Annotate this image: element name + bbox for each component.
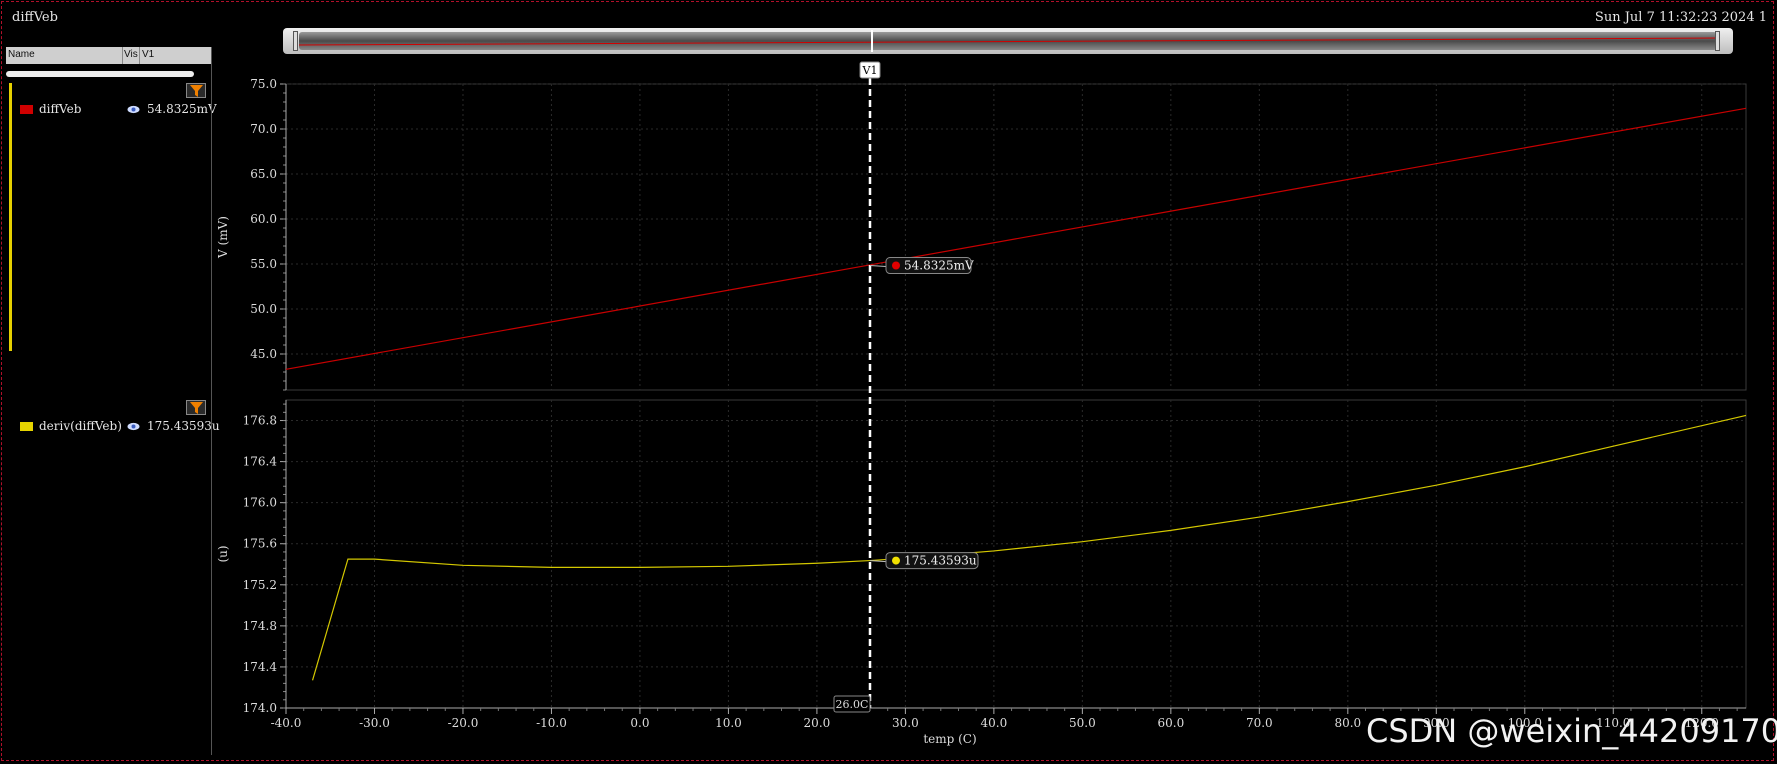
y-axis-label: (u) — [216, 545, 230, 562]
y-tick-label: 45.0 — [250, 347, 277, 361]
x-tick-label: -10.0 — [536, 716, 567, 730]
strip-bottom: 174.0 174.4 174.8 175.2 175.6 176.0 176.4 176.8… — [216, 399, 1747, 746]
cursor-label: V1 — [862, 64, 878, 77]
cursor-x-label: 26.0C — [836, 698, 869, 711]
x-tick-label: 60.0 — [1157, 716, 1184, 730]
y-tick-label: 65.0 — [250, 167, 277, 181]
y-tick-label: 176.8 — [243, 414, 277, 428]
plot-frame — [285, 399, 1747, 709]
marker-bottom-label: 175.43593u — [904, 554, 977, 568]
vertical-cursor: V1 26.0C 54.8325mV 175.43593u — [833, 61, 979, 713]
x-tick-label: 70.0 — [1246, 716, 1273, 730]
marker-top-leader — [869, 265, 887, 268]
y-tick-label: 175.6 — [243, 537, 277, 551]
x-tick-label: -20.0 — [448, 716, 479, 730]
y-axis-label: V (mV) — [216, 216, 230, 259]
strip-top: 45.0 50.0 55.0 60.0 65.0 70.0 75.0 V (mV) — [216, 77, 1747, 391]
x-tick-label: 30.0 — [892, 716, 919, 730]
y-tick-label: 174.0 — [243, 701, 277, 715]
x-tick-label: 80.0 — [1334, 716, 1361, 730]
y-tick-label: 175.2 — [243, 578, 277, 592]
y-tick-label: 70.0 — [250, 122, 277, 136]
x-tick-label: -30.0 — [359, 716, 390, 730]
y-tick-label: 60.0 — [250, 212, 277, 226]
series-line-deriv(diffVeb) — [311, 414, 1747, 681]
y-tick-label: 50.0 — [250, 302, 277, 316]
plot-area[interactable]: 45.0 50.0 55.0 60.0 65.0 70.0 75.0 V (mV) 174.0… — [0, 0, 1777, 764]
y-tick-label: 176.0 — [243, 496, 277, 510]
x-tick-label: 40.0 — [981, 716, 1008, 730]
x-axis-label: temp (C) — [923, 732, 976, 746]
y-tick-label: 176.4 — [243, 455, 278, 469]
x-tick-label: 0.0 — [630, 716, 649, 730]
x-tick-label: -40.0 — [271, 716, 302, 730]
y-tick-label: 174.8 — [243, 619, 277, 633]
x-tick-label: 20.0 — [804, 716, 831, 730]
marker-bottom-leader — [869, 560, 887, 563]
marker-top-dot — [892, 261, 900, 270]
y-tick-label: 75.0 — [250, 77, 277, 91]
plot-frame — [285, 83, 1747, 391]
y-tick-label: 174.4 — [243, 660, 278, 674]
series-line-diffVeb — [285, 107, 1747, 370]
y-tick-label: 55.0 — [250, 257, 277, 271]
watermark: CSDN @weixin_44209170 — [1366, 712, 1777, 750]
x-tick-label: 10.0 — [715, 716, 742, 730]
marker-bottom-dot — [892, 556, 900, 565]
marker-top-label: 54.8325mV — [904, 259, 974, 273]
x-tick-label: 50.0 — [1069, 716, 1096, 730]
